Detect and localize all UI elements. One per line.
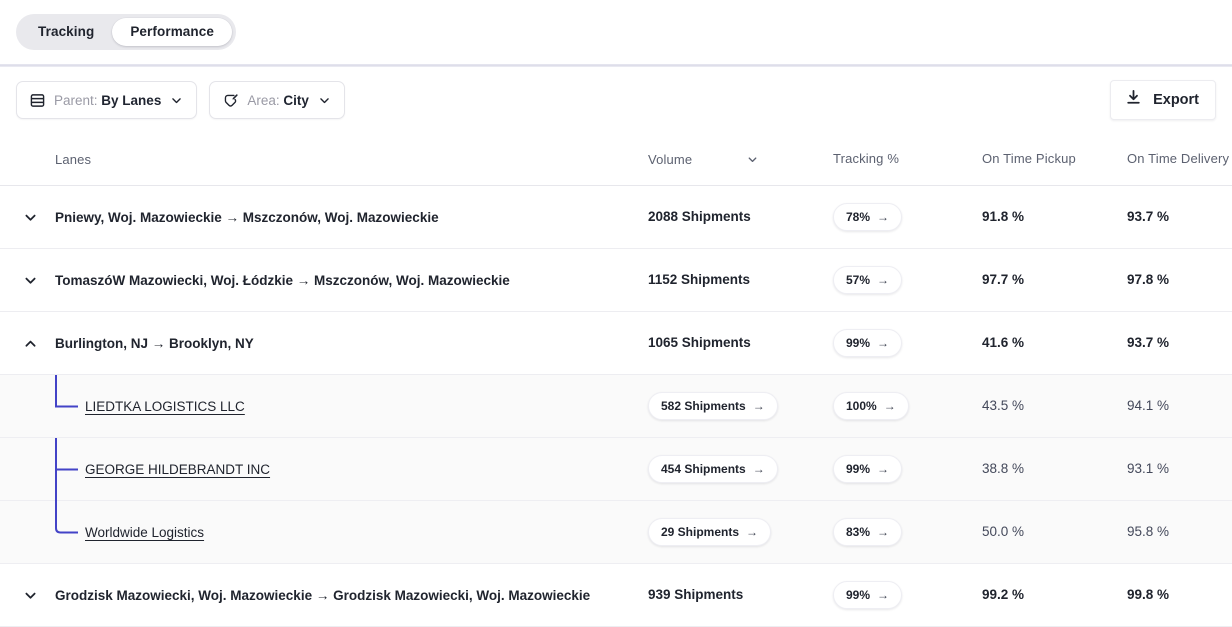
volume-value: 582 Shipments: [661, 399, 746, 413]
download-icon: [1125, 89, 1142, 111]
tree-branch-icon: [0, 375, 90, 438]
tracking-badge[interactable]: 78% →: [833, 203, 902, 231]
on-time-pickup-value: 91.8 %: [982, 209, 1024, 224]
lane-name: Burlington, NJ → Brooklyn, NY: [55, 336, 254, 351]
column-header-on-time-pickup: On Time Pickup: [982, 151, 1076, 166]
on-time-pickup-value: 97.7 %: [982, 272, 1024, 287]
chevron-down-icon[interactable]: [16, 581, 44, 609]
arrow-right-icon: →: [884, 400, 896, 412]
volume-value: 2088 Shipments: [648, 209, 751, 224]
table-row[interactable]: GEORGE HILDEBRANDT INC 454 Shipments → 9…: [0, 438, 1232, 501]
tree-branch-end-icon: [0, 501, 90, 564]
export-button-label: Export: [1153, 92, 1199, 108]
on-time-pickup-value: 38.8 %: [982, 461, 1024, 476]
volume-badge[interactable]: 582 Shipments →: [648, 392, 778, 420]
on-time-pickup-value: 41.6 %: [982, 335, 1024, 350]
on-time-delivery-value: 95.8 %: [1127, 524, 1169, 539]
arrow-right-icon: →: [877, 463, 889, 475]
tab-performance[interactable]: Performance: [112, 18, 232, 46]
arrow-right-icon: →: [753, 400, 765, 412]
on-time-delivery-value: 99.8 %: [1127, 587, 1169, 602]
volume-badge[interactable]: 454 Shipments →: [648, 455, 778, 483]
volume-value: 939 Shipments: [648, 587, 743, 602]
tracking-badge[interactable]: 100% →: [833, 392, 909, 420]
on-time-pickup-value: 50.0 %: [982, 524, 1024, 539]
column-header-on-time-delivery: On Time Delivery: [1127, 151, 1229, 166]
export-button[interactable]: Export: [1110, 80, 1216, 120]
tracking-badge[interactable]: 83% →: [833, 518, 902, 546]
arrow-right-icon: →: [877, 274, 889, 286]
chevron-down-icon: [170, 94, 183, 107]
tracking-badge[interactable]: 99% →: [833, 329, 902, 357]
parent-filter-chip[interactable]: Parent: By Lanes: [16, 81, 197, 119]
tracking-value: 99%: [846, 336, 870, 350]
chevron-down-icon[interactable]: [16, 203, 44, 231]
column-header-tracking: Tracking %: [833, 151, 899, 166]
tracking-value: 83%: [846, 525, 870, 539]
on-time-pickup-value: 99.2 %: [982, 587, 1024, 602]
tracking-badge[interactable]: 57% →: [833, 266, 902, 294]
tracking-value: 57%: [846, 273, 870, 287]
segmented-tabs: Tracking Performance: [16, 14, 236, 50]
tracking-value: 99%: [846, 462, 870, 476]
tag-edit-icon: [223, 93, 238, 108]
table-row[interactable]: Worldwide Logistics 29 Shipments → 83% →…: [0, 501, 1232, 564]
arrow-right-icon: →: [877, 211, 889, 223]
tracking-badge[interactable]: 99% →: [833, 455, 902, 483]
on-time-delivery-value: 93.7 %: [1127, 335, 1169, 350]
carrier-link[interactable]: LIEDTKA LOGISTICS LLC: [85, 399, 245, 414]
arrow-right-icon: →: [753, 463, 765, 475]
tracking-value: 100%: [846, 399, 877, 413]
table-row[interactable]: Pniewy, Woj. Mazowieckie → Mszczonów, Wo…: [0, 186, 1232, 249]
area-filter-chip[interactable]: Area: City: [209, 81, 345, 119]
tree-branch-icon: [0, 438, 90, 501]
column-header-lanes: Lanes: [0, 152, 91, 167]
carrier-link[interactable]: Worldwide Logistics: [85, 525, 204, 540]
lane-name: Grodzisk Mazowiecki, Woj. Mazowieckie → …: [55, 588, 590, 603]
arrow-right-icon: →: [877, 337, 889, 349]
on-time-delivery-value: 93.7 %: [1127, 209, 1169, 224]
rows-icon: [30, 93, 45, 108]
lane-name: TomaszóW Mazowiecki, Woj. Łódzkie → Mszc…: [55, 273, 510, 288]
performance-table: Lanes Volume Tracking % On Time Pickup O…: [0, 133, 1232, 627]
on-time-pickup-value: 43.5 %: [982, 398, 1024, 413]
parent-filter-value: By Lanes: [101, 93, 161, 108]
table-row[interactable]: LIEDTKA LOGISTICS LLC 582 Shipments → 10…: [0, 375, 1232, 438]
tab-bar: Tracking Performance: [0, 0, 1232, 64]
on-time-delivery-value: 93.1 %: [1127, 461, 1169, 476]
column-header-volume: Volume: [648, 152, 692, 167]
table-row[interactable]: TomaszóW Mazowiecki, Woj. Łódzkie → Mszc…: [0, 249, 1232, 312]
on-time-delivery-value: 97.8 %: [1127, 272, 1169, 287]
area-filter-value: City: [283, 93, 309, 108]
on-time-delivery-value: 94.1 %: [1127, 398, 1169, 413]
area-filter-label: Area: City: [247, 93, 309, 108]
parent-filter-label: Parent: By Lanes: [54, 93, 161, 108]
tracking-value: 99%: [846, 588, 870, 602]
table-header-row: Lanes Volume Tracking % On Time Pickup O…: [0, 133, 1232, 186]
lane-name: Pniewy, Woj. Mazowieckie → Mszczonów, Wo…: [55, 210, 439, 225]
area-filter-prefix: Area:: [247, 93, 279, 108]
volume-value: 29 Shipments: [661, 525, 739, 539]
chevron-down-icon: [318, 94, 331, 107]
volume-badge[interactable]: 29 Shipments →: [648, 518, 771, 546]
chevron-up-icon[interactable]: [16, 329, 44, 357]
volume-sort-icon[interactable]: [746, 153, 759, 166]
tracking-value: 78%: [846, 210, 870, 224]
volume-value: 1152 Shipments: [648, 272, 750, 287]
carrier-link[interactable]: GEORGE HILDEBRANDT INC: [85, 462, 270, 477]
volume-value: 454 Shipments: [661, 462, 746, 476]
table-row[interactable]: Grodzisk Mazowiecki, Woj. Mazowieckie → …: [0, 564, 1232, 627]
arrow-right-icon: →: [877, 526, 889, 538]
chevron-down-icon[interactable]: [16, 266, 44, 294]
parent-filter-prefix: Parent:: [54, 93, 98, 108]
volume-value: 1065 Shipments: [648, 335, 751, 350]
filter-bar: Parent: By Lanes Area: City: [0, 67, 1232, 133]
arrow-right-icon: →: [877, 589, 889, 601]
tracking-badge[interactable]: 99% →: [833, 581, 902, 609]
arrow-right-icon: →: [746, 526, 758, 538]
tab-tracking[interactable]: Tracking: [20, 18, 112, 46]
table-row[interactable]: Burlington, NJ → Brooklyn, NY 1065 Shipm…: [0, 312, 1232, 375]
